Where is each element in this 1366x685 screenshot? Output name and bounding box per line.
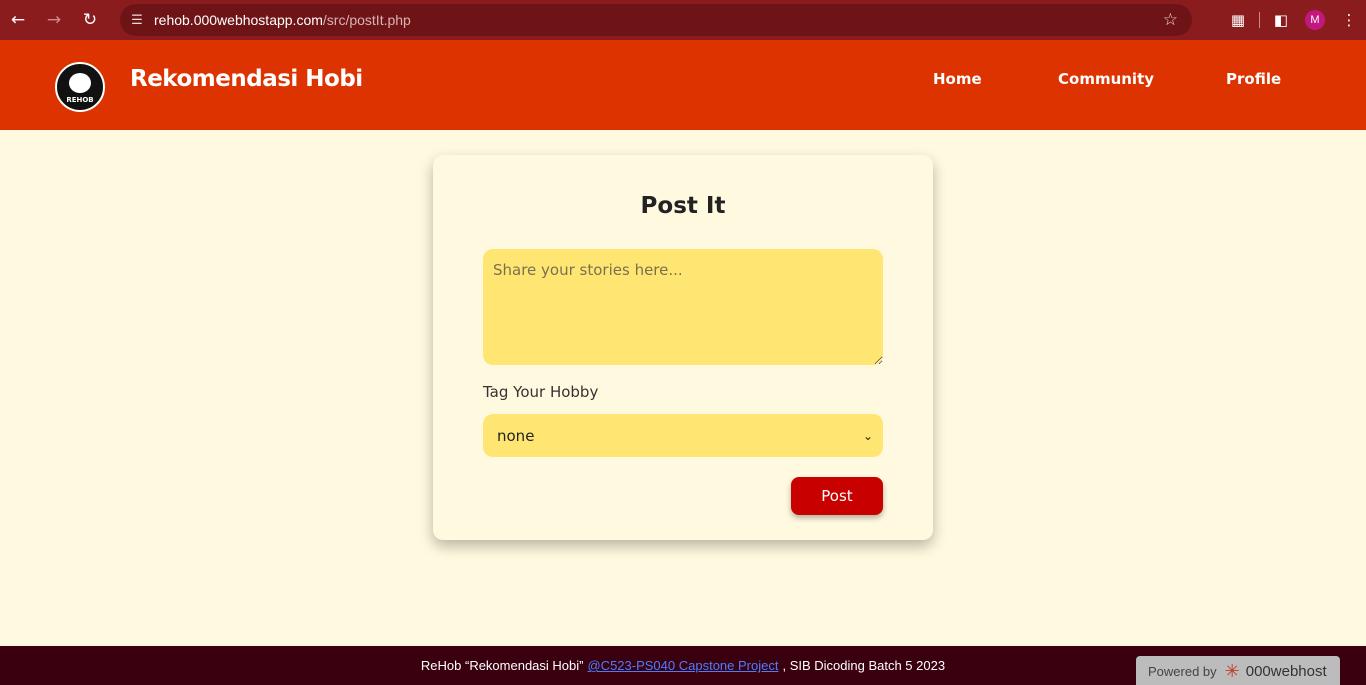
footer-suffix: , SIB Dicoding Batch 5 2023 [782, 658, 946, 673]
nav-community[interactable]: Community [1058, 70, 1154, 88]
footer-project-link[interactable]: @C523-PS040 Capstone Project [587, 658, 778, 673]
toolbar-right: ▦ ◧ M ⋮ [1221, 0, 1366, 40]
post-card: Post It Tag Your Hobby none ⌄ Post [433, 155, 933, 540]
site-header: REHOB Rekomendasi Hobi Home Community Pr… [0, 40, 1366, 130]
host-brand: 000webhost [1245, 662, 1327, 680]
post-button[interactable]: Post [791, 477, 883, 515]
hobby-select[interactable]: none ⌄ [483, 414, 883, 457]
site-info-icon[interactable]: ☰ [120, 13, 154, 28]
sidepanel-icon[interactable]: ◧ [1264, 0, 1298, 40]
host-logo-icon: ✳ [1224, 660, 1240, 681]
star-icon[interactable]: ☆ [1163, 10, 1178, 30]
logo-text: REHOB [66, 96, 94, 104]
forward-icon[interactable]: → [36, 0, 72, 40]
brand-title[interactable]: Rekomendasi Hobi [130, 66, 363, 92]
toolbar-separator [1259, 12, 1260, 28]
page-title: Post It [640, 193, 726, 219]
tag-label: Tag Your Hobby [483, 383, 599, 401]
footer-prefix: ReHob “Rekomendasi Hobi” [420, 658, 584, 673]
story-textarea[interactable] [483, 249, 883, 365]
powered-by-badge[interactable]: Powered by ✳ 000webhost [1136, 656, 1340, 685]
site-logo[interactable]: REHOB [55, 62, 105, 112]
profile-avatar[interactable]: M [1298, 0, 1332, 40]
url-host: rehob.000webhostapp.com [154, 12, 323, 28]
logo-face-icon [69, 73, 91, 93]
hobby-selected-value: none [497, 426, 535, 445]
chevron-down-icon: ⌄ [862, 428, 873, 443]
url-text[interactable]: rehob.000webhostapp.com/src/postIt.php [154, 12, 411, 28]
nav-home[interactable]: Home [933, 70, 982, 88]
extensions-icon[interactable]: ▦ [1221, 0, 1255, 40]
powered-by-text: Powered by [1148, 663, 1217, 679]
url-path: /src/postIt.php [322, 12, 411, 28]
browser-toolbar: ← → ↻ ☰ rehob.000webhostapp.com/src/post… [0, 0, 1366, 40]
avatar: M [1305, 10, 1325, 30]
address-bar[interactable]: ☰ rehob.000webhostapp.com/src/postIt.php… [120, 4, 1192, 36]
back-icon[interactable]: ← [0, 0, 36, 40]
nav-profile[interactable]: Profile [1226, 70, 1281, 88]
menu-dots-icon[interactable]: ⋮ [1332, 0, 1366, 40]
reload-icon[interactable]: ↻ [72, 0, 108, 40]
